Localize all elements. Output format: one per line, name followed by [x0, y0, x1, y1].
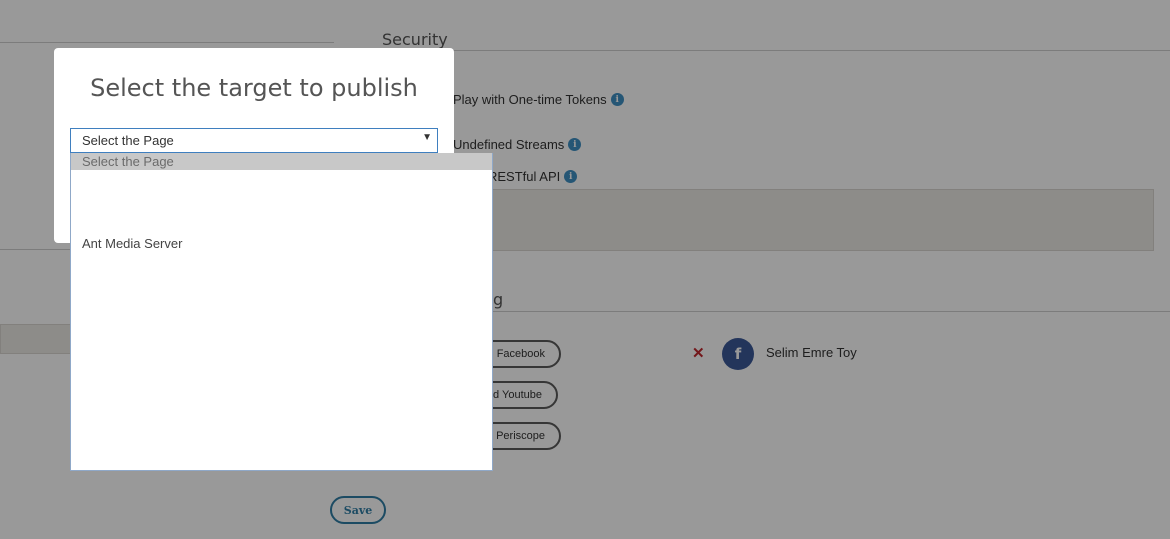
select-value: Select the Page [82, 133, 174, 148]
dropdown-option-placeholder[interactable]: Select the Page [71, 153, 492, 170]
page-select[interactable]: Select the Page ▼ [70, 128, 438, 153]
dropdown-option-ant-media-server[interactable]: Ant Media Server [71, 235, 492, 253]
page-select-dropdown: Select the Page Ant Media Server [70, 153, 493, 471]
chevron-down-icon[interactable]: ▼ [422, 132, 432, 143]
modal-title: Select the target to publish [90, 74, 418, 102]
